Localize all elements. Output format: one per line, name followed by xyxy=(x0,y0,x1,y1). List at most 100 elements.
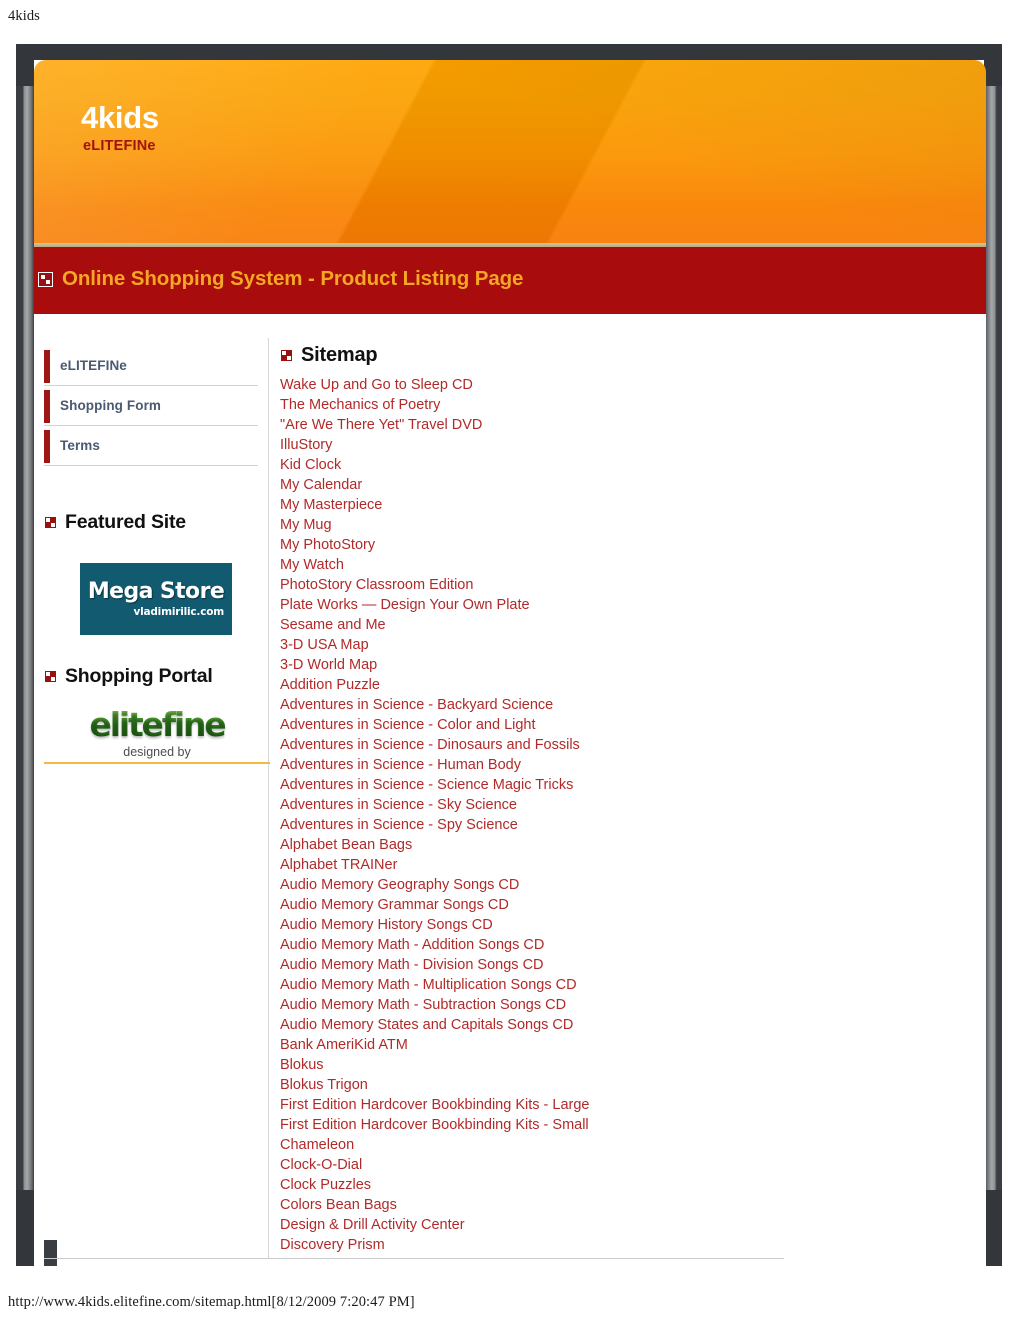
list-item: Bank AmeriKid ATM xyxy=(280,1035,970,1055)
list-item: Audio Memory Math - Multiplication Songs… xyxy=(280,975,970,995)
list-item: Audio Memory Grammar Songs CD xyxy=(280,895,970,915)
sitemap-link[interactable]: Audio Memory Geography Songs CD xyxy=(280,875,970,895)
sitemap-link[interactable]: Adventures in Science - Sky Science xyxy=(280,795,970,815)
list-item: PhotoStory Classroom Edition xyxy=(280,575,970,595)
list-item: IlluStory xyxy=(280,435,970,455)
sidebar-item-elitefine[interactable]: eLITEFINe xyxy=(44,346,258,386)
list-item: Clock Puzzles xyxy=(280,1175,970,1195)
sitemap-link[interactable]: My Calendar xyxy=(280,475,970,495)
sitemap-link[interactable]: First Edition Hardcover Bookbinding Kits… xyxy=(280,1115,970,1135)
sitemap-link[interactable]: Audio Memory History Songs CD xyxy=(280,915,970,935)
sitemap-link[interactable]: My PhotoStory xyxy=(280,535,970,555)
list-item: Alphabet TRAINer xyxy=(280,855,970,875)
sitemap-link[interactable]: My Watch xyxy=(280,555,970,575)
sitemap-link[interactable]: Clock-O-Dial xyxy=(280,1155,970,1175)
shopping-portal-heading: Shopping Portal xyxy=(65,665,213,687)
sitemap-link[interactable]: "Are We There Yet" Travel DVD xyxy=(280,415,970,435)
sitemap-link[interactable]: Blokus xyxy=(280,1055,970,1075)
list-item: Audio Memory Math - Subtraction Songs CD xyxy=(280,995,970,1015)
list-item: My Calendar xyxy=(280,475,970,495)
list-item: Wake Up and Go to Sleep CD xyxy=(280,375,970,395)
sitemap-link[interactable]: Adventures in Science - Backyard Science xyxy=(280,695,970,715)
sitemap-link[interactable]: IlluStory xyxy=(280,435,970,455)
sitemap-link[interactable]: Audio Memory Grammar Songs CD xyxy=(280,895,970,915)
sitemap-link[interactable]: Addition Puzzle xyxy=(280,675,970,695)
page-title-group: Online Shopping System - Product Listing… xyxy=(38,267,523,291)
list-item: Alphabet Bean Bags xyxy=(280,835,970,855)
list-item: Colors Bean Bags xyxy=(280,1195,970,1215)
frame-corner-top-right xyxy=(984,44,1002,86)
sitemap-link[interactable]: Bank AmeriKid ATM xyxy=(280,1035,970,1055)
list-item: The Mechanics of Poetry xyxy=(280,395,970,415)
featured-site-heading: Featured Site xyxy=(65,511,186,533)
site-banner-title: 4kids xyxy=(81,100,159,135)
sitemap-link[interactable]: Discovery Prism xyxy=(280,1235,970,1255)
sitemap-link[interactable]: Blokus Trigon xyxy=(280,1075,970,1095)
list-item: Adventures in Science - Sky Science xyxy=(280,795,970,815)
page-title: Online Shopping System - Product Listing… xyxy=(62,267,524,290)
list-item: First Edition Hardcover Bookbinding Kits… xyxy=(280,1115,970,1135)
sitemap-link[interactable]: Audio Memory States and Capitals Songs C… xyxy=(280,1015,970,1035)
site-banner-subtitle: eLITEFINe xyxy=(83,138,156,154)
sitemap-link[interactable]: 3-D World Map xyxy=(280,655,970,675)
frame-edge-left xyxy=(16,44,34,1266)
sitemap-link[interactable]: Wake Up and Go to Sleep CD xyxy=(280,375,970,395)
list-item: Audio Memory Math - Addition Songs CD xyxy=(280,935,970,955)
sitemap-link[interactable]: Adventures in Science - Human Body xyxy=(280,755,970,775)
sitemap-link[interactable]: Adventures in Science - Spy Science xyxy=(280,815,970,835)
sitemap-link[interactable]: Audio Memory Math - Subtraction Songs CD xyxy=(280,995,970,1015)
sitemap-link[interactable]: PhotoStory Classroom Edition xyxy=(280,575,970,595)
sitemap-link[interactable]: Colors Bean Bags xyxy=(280,1195,970,1215)
sitemap-link[interactable]: Design & Drill Activity Center xyxy=(280,1215,970,1235)
bullet-square-icon xyxy=(280,349,293,362)
nav-accent-bar xyxy=(44,430,50,463)
sitemap-link[interactable]: First Edition Hardcover Bookbinding Kits… xyxy=(280,1095,970,1115)
elitefine-logo[interactable]: elitefine xyxy=(44,706,270,744)
bullet-square-icon xyxy=(44,516,57,529)
column-divider xyxy=(268,338,269,1258)
list-item: Discovery Prism xyxy=(280,1235,970,1255)
sitemap-link[interactable]: Adventures in Science - Science Magic Tr… xyxy=(280,775,970,795)
list-item: Adventures in Science - Backyard Science xyxy=(280,695,970,715)
sitemap-link[interactable]: Adventures in Science - Dinosaurs and Fo… xyxy=(280,735,970,755)
sitemap-link[interactable]: Adventures in Science - Color and Light xyxy=(280,715,970,735)
sitemap-link[interactable]: Chameleon xyxy=(280,1135,970,1155)
sitemap-link[interactable]: Audio Memory Math - Addition Songs CD xyxy=(280,935,970,955)
sitemap-link[interactable]: Sesame and Me xyxy=(280,615,970,635)
list-item: First Edition Hardcover Bookbinding Kits… xyxy=(280,1095,970,1115)
list-item: "Are We There Yet" Travel DVD xyxy=(280,415,970,435)
sitemap-heading: Sitemap xyxy=(301,344,378,366)
mega-store-logo[interactable]: Mega Store vladimirilic.com xyxy=(80,563,232,635)
sidebar-item-label: Shopping Form xyxy=(60,398,162,413)
sitemap-link[interactable]: Alphabet Bean Bags xyxy=(280,835,970,855)
sitemap-link[interactable]: Plate Works — Design Your Own Plate xyxy=(280,595,970,615)
sitemap-heading-group: Sitemap xyxy=(280,344,970,367)
designed-by-label: designed by xyxy=(123,744,191,759)
sitemap-link[interactable]: The Mechanics of Poetry xyxy=(280,395,970,415)
elitefine-credit-block: elitefine designed by xyxy=(44,706,270,764)
sitemap-link[interactable]: 3-D USA Map xyxy=(280,635,970,655)
list-item: My Masterpiece xyxy=(280,495,970,515)
print-header-title: 4kids xyxy=(8,8,40,24)
sitemap-link-list: Wake Up and Go to Sleep CD The Mechanics … xyxy=(280,375,970,1255)
sitemap-link[interactable]: Kid Clock xyxy=(280,455,970,475)
sitemap-link[interactable]: Clock Puzzles xyxy=(280,1175,970,1195)
sidebar-item-terms[interactable]: Terms xyxy=(44,426,258,466)
sitemap-link[interactable]: Audio Memory Math - Multiplication Songs… xyxy=(280,975,970,995)
sitemap-link[interactable]: My Masterpiece xyxy=(280,495,970,515)
sitemap-link[interactable]: Alphabet TRAINer xyxy=(280,855,970,875)
sidebar-item-shopping-form[interactable]: Shopping Form xyxy=(44,386,258,426)
sitemap-link[interactable]: Audio Memory Math - Division Songs CD xyxy=(280,955,970,975)
sitemap-link[interactable]: My Mug xyxy=(280,515,970,535)
list-item: Audio Memory States and Capitals Songs C… xyxy=(280,1015,970,1035)
print-footer-url: http://www.4kids.elitefine.com/sitemap.h… xyxy=(8,1294,415,1310)
list-item: Audio Memory Math - Division Songs CD xyxy=(280,955,970,975)
list-item: Audio Memory History Songs CD xyxy=(280,915,970,935)
list-item: Blokus xyxy=(280,1055,970,1075)
sidebar: eLITEFINe Shopping Form Terms xyxy=(44,346,258,466)
list-item: Adventures in Science - Spy Science xyxy=(280,815,970,835)
sidebar-bottom-rule xyxy=(44,761,270,764)
frame-edge-right xyxy=(984,44,1002,1266)
sidebar-item-label: eLITEFINe xyxy=(60,358,127,373)
list-item: Addition Puzzle xyxy=(280,675,970,695)
